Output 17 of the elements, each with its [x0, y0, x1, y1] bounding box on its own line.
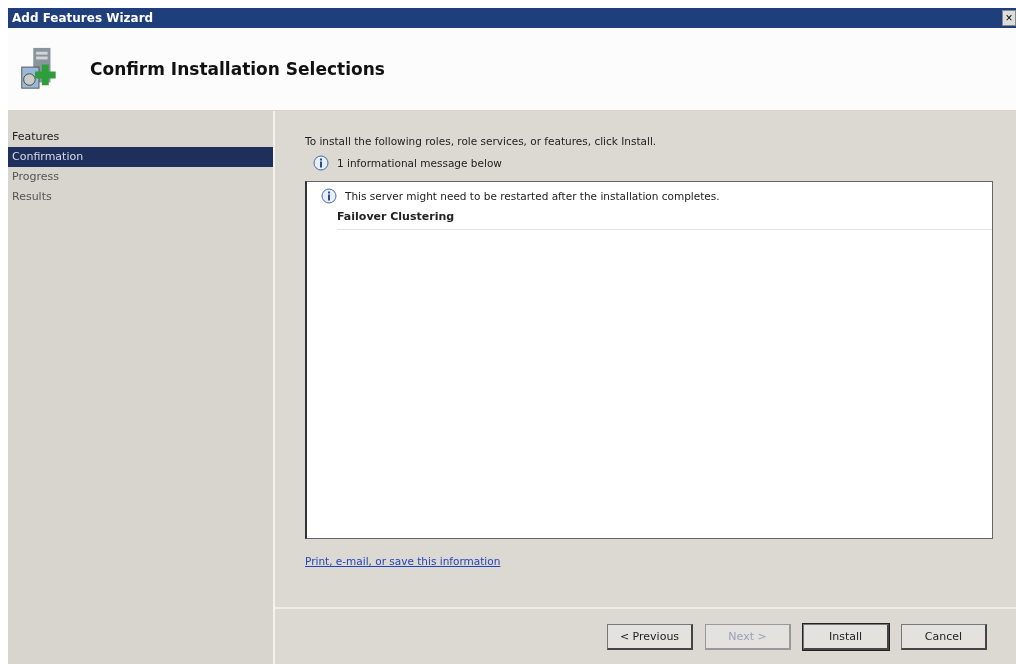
sidebar-item[interactable]: Confirmation [8, 147, 273, 167]
page-title: Confirm Installation Selections [90, 59, 385, 79]
instruction-text: To install the following roles, role services, or features, click Install. [305, 135, 657, 147]
info-message: This server might need to be restarted after the installation completes. [345, 190, 720, 202]
info-icon [313, 155, 329, 171]
wizard-button[interactable]: < Previous [607, 623, 693, 650]
window-title: Add Features Wizard [12, 11, 154, 25]
info-count-text: 1 informational message below [337, 157, 502, 169]
wizard-button[interactable]: Install [803, 623, 889, 650]
info-icon [321, 188, 337, 204]
close-button[interactable]: × [1002, 10, 1016, 26]
feature-name: Failover Clustering [337, 210, 992, 230]
sidebar-item[interactable]: Features [8, 127, 273, 147]
sidebar-item[interactable]: Progress [8, 167, 273, 187]
wizard-button[interactable]: Cancel [901, 623, 987, 650]
sidebar-item[interactable]: Results [8, 187, 273, 207]
print-link[interactable]: Print, e-mail, or save this information [305, 555, 501, 567]
